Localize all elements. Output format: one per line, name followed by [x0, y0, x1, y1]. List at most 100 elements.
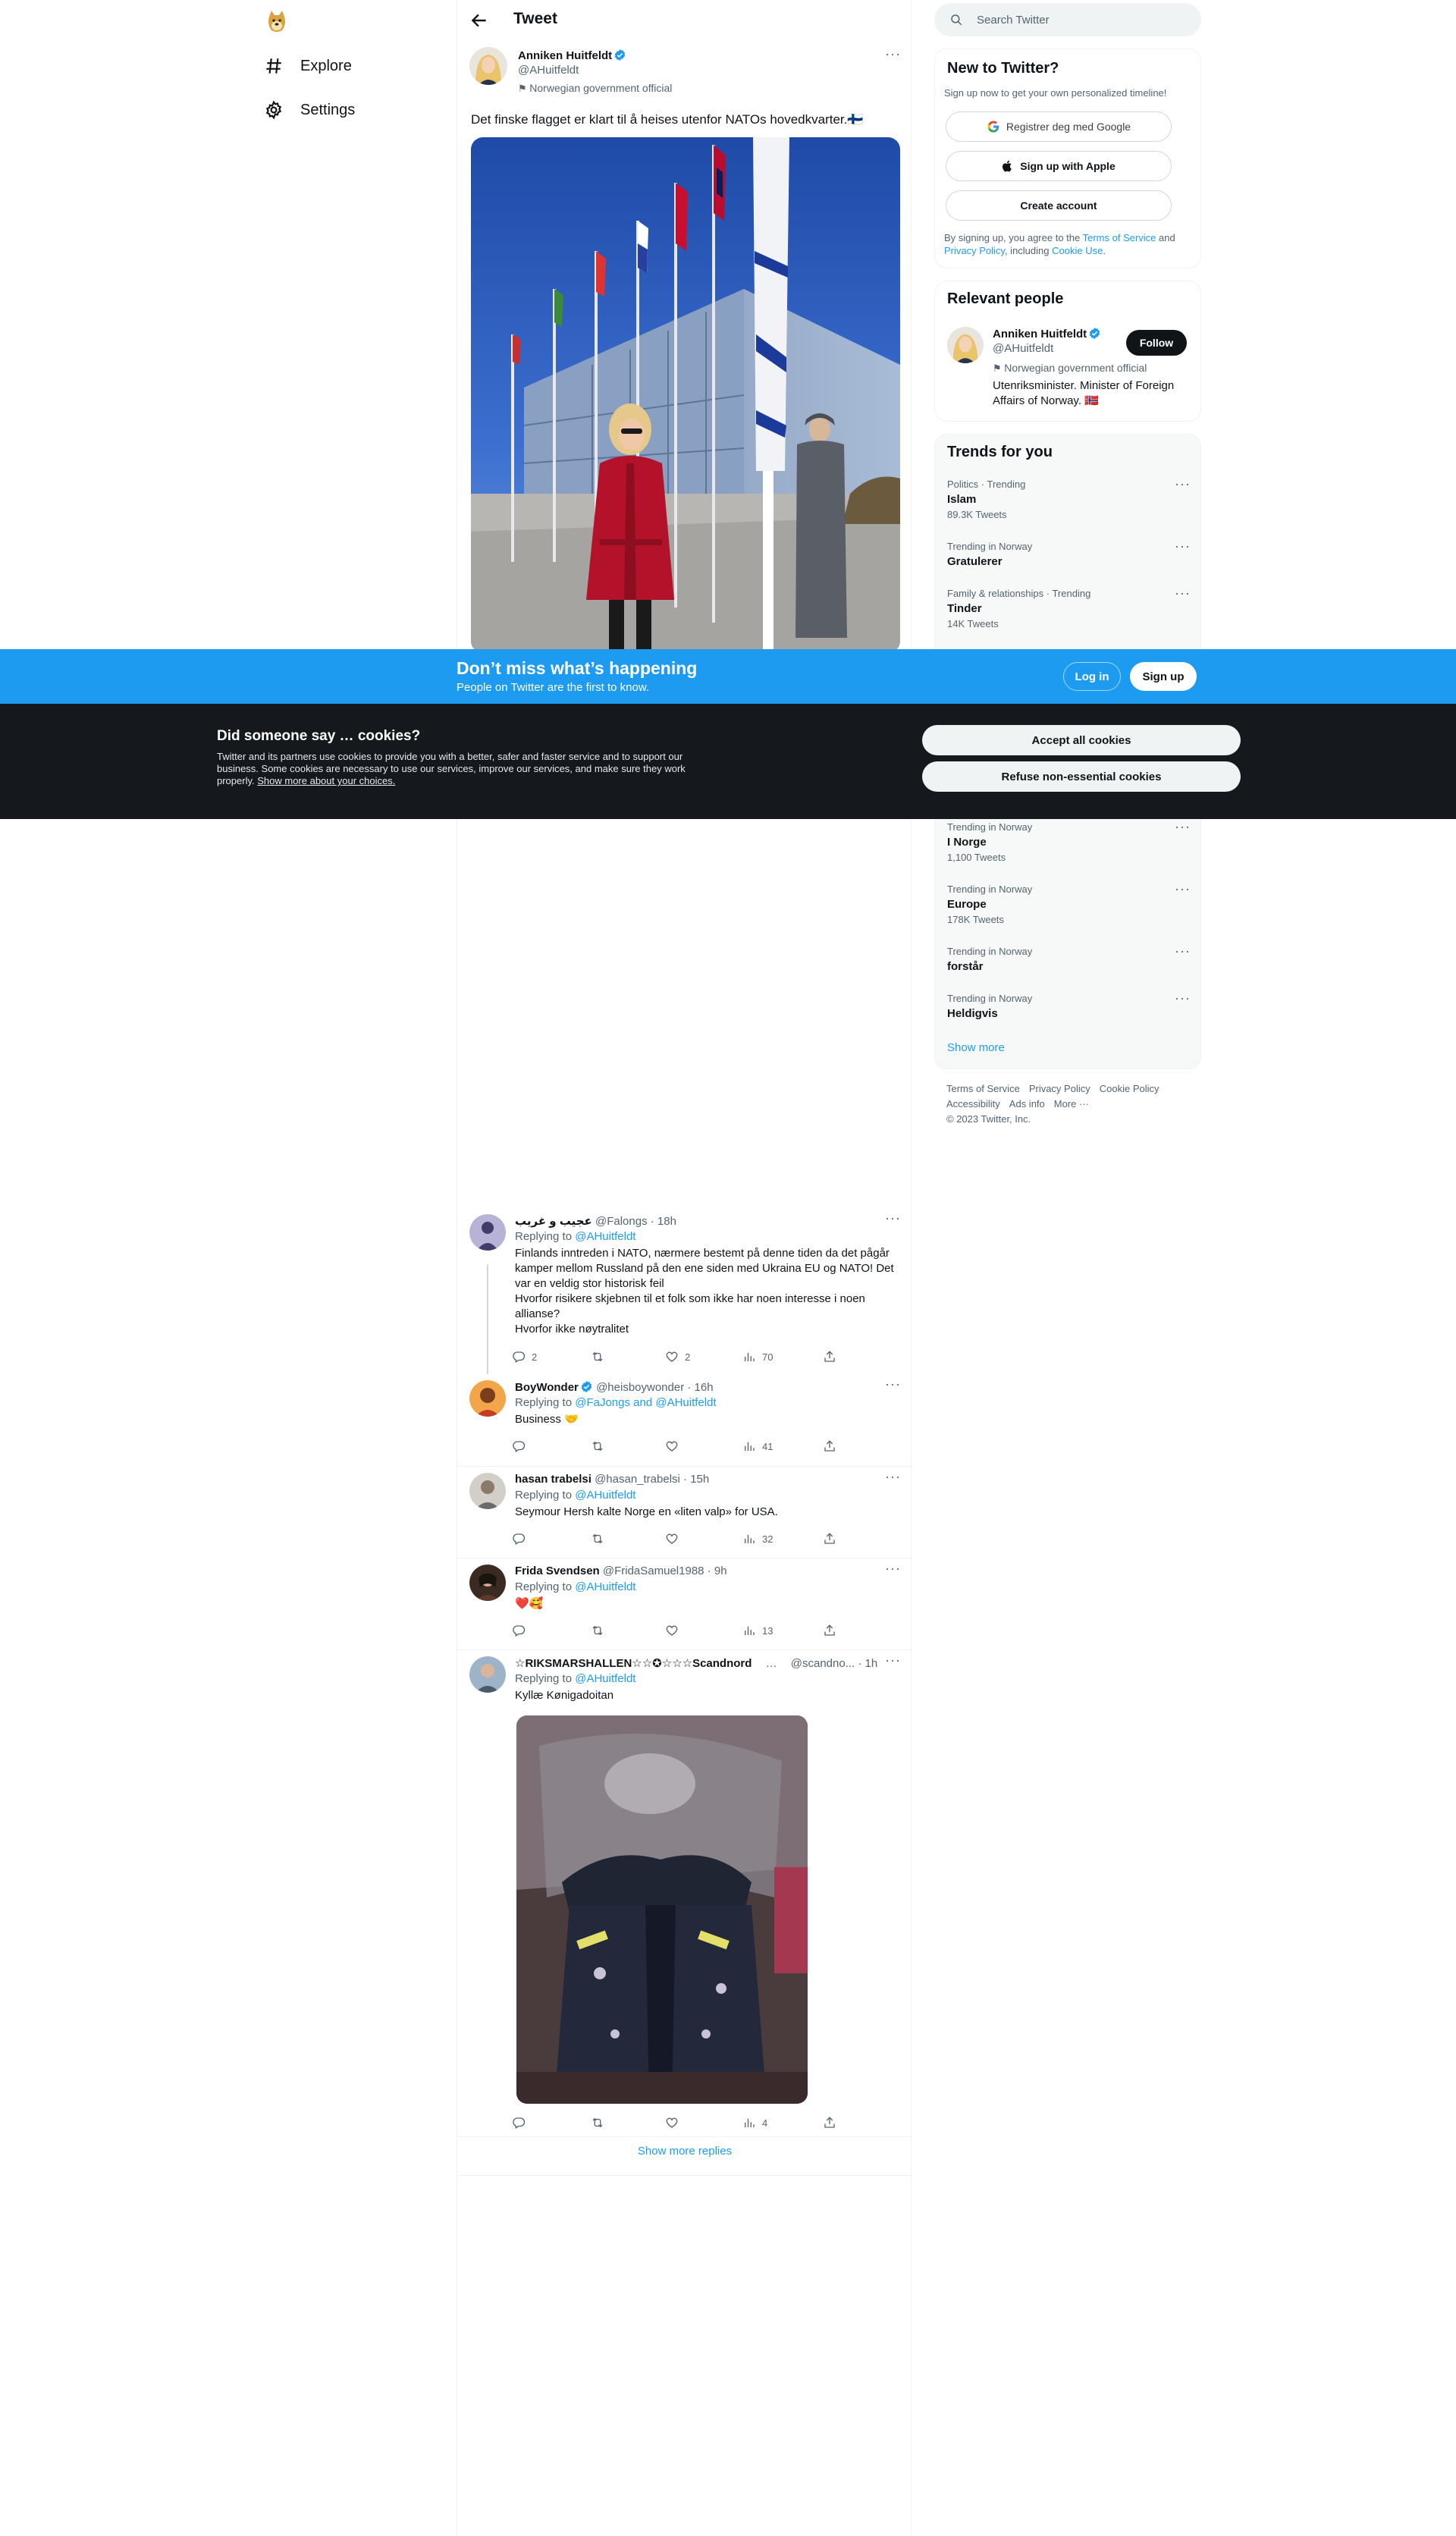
reply-button[interactable]: 2: [512, 1350, 537, 1364]
views-button[interactable]: 32: [742, 1532, 773, 1546]
more-options-icon[interactable]: ···: [885, 1377, 900, 1395]
views-button[interactable]: 41: [742, 1439, 773, 1453]
share-button[interactable]: [823, 1439, 836, 1453]
author-avatar[interactable]: [469, 47, 507, 85]
replying-to-link[interactable]: @AHuitfeldt: [575, 1230, 635, 1243]
like-button[interactable]: [665, 1532, 685, 1546]
signup-button[interactable]: Sign up: [1130, 662, 1197, 691]
reply-author-handle[interactable]: @heisboywonder: [596, 1381, 684, 1394]
more-options-icon[interactable]: ···: [1175, 882, 1190, 900]
cookie-choices-link[interactable]: Show more about your choices.: [257, 775, 395, 786]
apple-signup-button[interactable]: Sign up with Apple: [946, 151, 1172, 181]
reply-button[interactable]: [512, 2116, 532, 2130]
reply-time[interactable]: · 18h: [651, 1215, 676, 1228]
reply-button[interactable]: [512, 1532, 532, 1546]
reply-author-handle[interactable]: @Falongs: [595, 1215, 648, 1228]
refuse-cookies-button[interactable]: Refuse non-essential cookies: [922, 761, 1241, 792]
footer-cookie-link[interactable]: Cookie Policy: [1100, 1083, 1159, 1094]
google-signup-button[interactable]: Registrer deg med Google: [946, 111, 1172, 142]
retweet-button[interactable]: [591, 2116, 610, 2130]
reply-1[interactable]: عجيب و غريب @Falongs · 18h ··· Replying …: [457, 1211, 912, 1373]
retweet-button[interactable]: [591, 1624, 610, 1637]
nav-settings[interactable]: Settings: [264, 91, 355, 129]
more-options-icon[interactable]: ···: [1175, 586, 1190, 604]
retweet-button[interactable]: [591, 1350, 610, 1364]
footer-terms-link[interactable]: Terms of Service: [946, 1083, 1020, 1094]
replying-to-link[interactable]: @AHuitfeldt: [575, 1489, 635, 1502]
share-button[interactable]: [823, 2116, 836, 2130]
more-options-icon[interactable]: ···: [1175, 539, 1190, 557]
reply-author-name[interactable]: BoyWonder: [515, 1381, 579, 1394]
reply-photo[interactable]: [516, 1715, 808, 2104]
like-button[interactable]: 2: [665, 1350, 690, 1364]
reply-2[interactable]: BoyWonder @heisboywonder · 16h ··· Reply…: [457, 1377, 912, 1464]
like-button[interactable]: [665, 1439, 685, 1453]
reply-author-handle[interactable]: @scandno...: [791, 1657, 855, 1670]
share-button[interactable]: [823, 1624, 836, 1637]
more-options-icon[interactable]: ···: [1175, 991, 1190, 1009]
views-button[interactable]: 70: [742, 1350, 773, 1364]
reply-button[interactable]: [512, 1624, 532, 1637]
author-handle[interactable]: @AHuitfeldt: [518, 64, 579, 77]
relevant-person-name-row[interactable]: Anniken Huitfeldt: [993, 327, 1101, 341]
reply-avatar[interactable]: [469, 1214, 506, 1251]
show-more-replies[interactable]: Show more replies: [457, 2145, 912, 2158]
views-button[interactable]: 4: [742, 2116, 767, 2130]
tweet-photo[interactable]: [471, 137, 900, 653]
more-options-icon[interactable]: ···: [1175, 944, 1190, 962]
reply-author-name[interactable]: hasan trabelsi: [515, 1473, 592, 1486]
like-button[interactable]: [665, 1624, 685, 1637]
more-options-icon[interactable]: ···: [885, 47, 900, 65]
trend-item[interactable]: Trending in Norway Gratulerer ···: [947, 539, 1190, 570]
reply-5[interactable]: ☆RIKSMARSHALLEN☆☆✪☆☆☆Scandnord … @scandn…: [457, 1653, 912, 2134]
share-button[interactable]: [823, 1532, 836, 1546]
footer-accessibility-link[interactable]: Accessibility: [946, 1098, 1000, 1110]
share-button[interactable]: [823, 1350, 836, 1364]
relevant-person-name[interactable]: Anniken Huitfeldt: [993, 328, 1087, 341]
create-account-button[interactable]: Create account: [946, 190, 1172, 221]
cookie-use-link[interactable]: Cookie Use: [1052, 245, 1103, 256]
login-button[interactable]: Log in: [1063, 662, 1121, 691]
replying-to-link[interactable]: @FaJongs and @AHuitfeldt: [575, 1396, 716, 1409]
retweet-button[interactable]: [591, 1532, 610, 1546]
search-bar[interactable]: [934, 3, 1201, 36]
reply-avatar[interactable]: [469, 1565, 506, 1601]
privacy-link[interactable]: Privacy Policy: [944, 245, 1005, 256]
nav-explore[interactable]: Explore: [264, 47, 352, 85]
more-options-icon[interactable]: ···: [1175, 477, 1190, 495]
more-options-icon[interactable]: ···: [885, 1561, 900, 1580]
relevant-person-avatar[interactable]: [947, 327, 984, 363]
more-options-icon[interactable]: ···: [1175, 820, 1190, 838]
follow-button[interactable]: Follow: [1126, 330, 1187, 356]
trend-item[interactable]: Trending in Norway forstår ···: [947, 944, 1190, 975]
footer-privacy-link[interactable]: Privacy Policy: [1029, 1083, 1090, 1094]
search-input[interactable]: [977, 3, 1189, 36]
reply-author-name[interactable]: Frida Svendsen: [515, 1565, 600, 1577]
more-options-icon[interactable]: ···: [885, 1653, 900, 1671]
like-button[interactable]: [665, 2116, 685, 2130]
doge-logo-icon[interactable]: [265, 9, 288, 33]
reply-avatar[interactable]: [469, 1656, 506, 1693]
reply-time[interactable]: · 16h: [687, 1381, 713, 1394]
trend-item[interactable]: Trending in Norway I Norge 1,100 Tweets …: [947, 820, 1190, 864]
trend-item[interactable]: Politics · Trending Islam 89.3K Tweets ·…: [947, 477, 1190, 521]
footer-more-link[interactable]: More ···: [1054, 1098, 1089, 1110]
reply-time[interactable]: · 9h: [708, 1565, 727, 1577]
show-more-trends[interactable]: Show more: [947, 1041, 1005, 1054]
more-options-icon[interactable]: ···: [885, 1470, 900, 1488]
author-name[interactable]: Anniken Huitfeldt: [518, 49, 612, 62]
reply-time[interactable]: · 1h: [858, 1657, 877, 1670]
retweet-button[interactable]: [591, 1439, 610, 1453]
views-button[interactable]: 13: [742, 1624, 773, 1637]
footer-ads-link[interactable]: Ads info: [1009, 1098, 1045, 1110]
accept-cookies-button[interactable]: Accept all cookies: [922, 725, 1241, 755]
reply-avatar[interactable]: [469, 1473, 506, 1509]
terms-link[interactable]: Terms of Service: [1083, 232, 1156, 243]
reply-author-handle[interactable]: @hasan_trabelsi: [595, 1473, 680, 1486]
reply-button[interactable]: [512, 1439, 532, 1453]
reply-4[interactable]: Frida Svendsen @FridaSamuel1988 · 9h ···…: [457, 1561, 912, 1640]
replying-to-link[interactable]: @AHuitfeldt: [575, 1580, 635, 1593]
author-name-row[interactable]: Anniken Huitfeldt: [518, 49, 626, 62]
reply-time[interactable]: · 15h: [683, 1473, 709, 1486]
trend-item[interactable]: Family & relationships · Trending Tinder…: [947, 586, 1190, 630]
